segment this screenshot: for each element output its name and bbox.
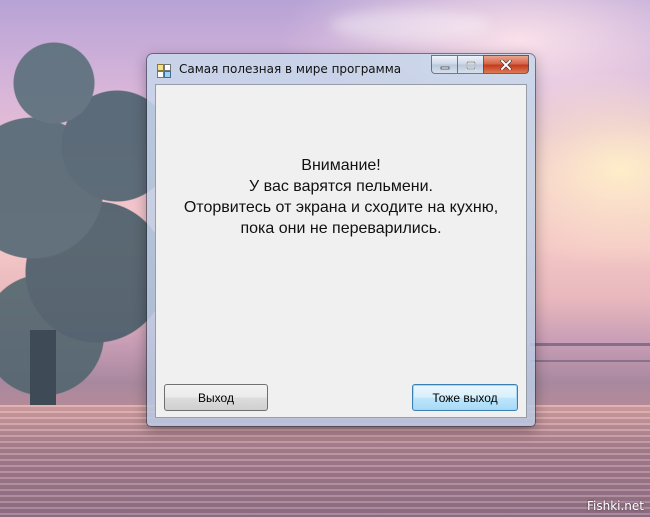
exit-button[interactable]: Выход [164, 384, 268, 411]
minimize-icon [440, 55, 450, 74]
message-text: Внимание! У вас варятся пельмени. Оторви… [156, 155, 526, 239]
desktop-background: Fishki.net Самая полезная в мире програм… [0, 0, 650, 517]
watermark: Fishki.net [586, 499, 644, 513]
cloud [330, 10, 490, 40]
message-line: Внимание! [301, 157, 381, 174]
close-icon [500, 55, 512, 74]
app-window-icon [157, 63, 171, 78]
maximize-button[interactable] [457, 55, 483, 74]
dialog-window[interactable]: Самая полезная в мире программа Внимание… [147, 54, 535, 426]
minimize-button[interactable] [431, 55, 457, 74]
railing [530, 343, 650, 346]
message-line: Оторвитесь от экрана и сходите на кухню, [183, 199, 499, 216]
dialog-client-area: Внимание! У вас варятся пельмени. Оторви… [155, 84, 527, 418]
message-line: пока они не переварились. [240, 220, 442, 237]
title-bar[interactable]: Самая полезная в мире программа [147, 54, 535, 84]
message-line: У вас варятся пельмени. [249, 178, 433, 195]
also-exit-button[interactable]: Тоже выход [412, 384, 518, 411]
close-button[interactable] [483, 55, 529, 74]
window-title: Самая полезная в мире программа [179, 62, 402, 76]
maximize-icon [465, 55, 476, 74]
caption-buttons [431, 55, 529, 74]
railing [530, 360, 650, 362]
